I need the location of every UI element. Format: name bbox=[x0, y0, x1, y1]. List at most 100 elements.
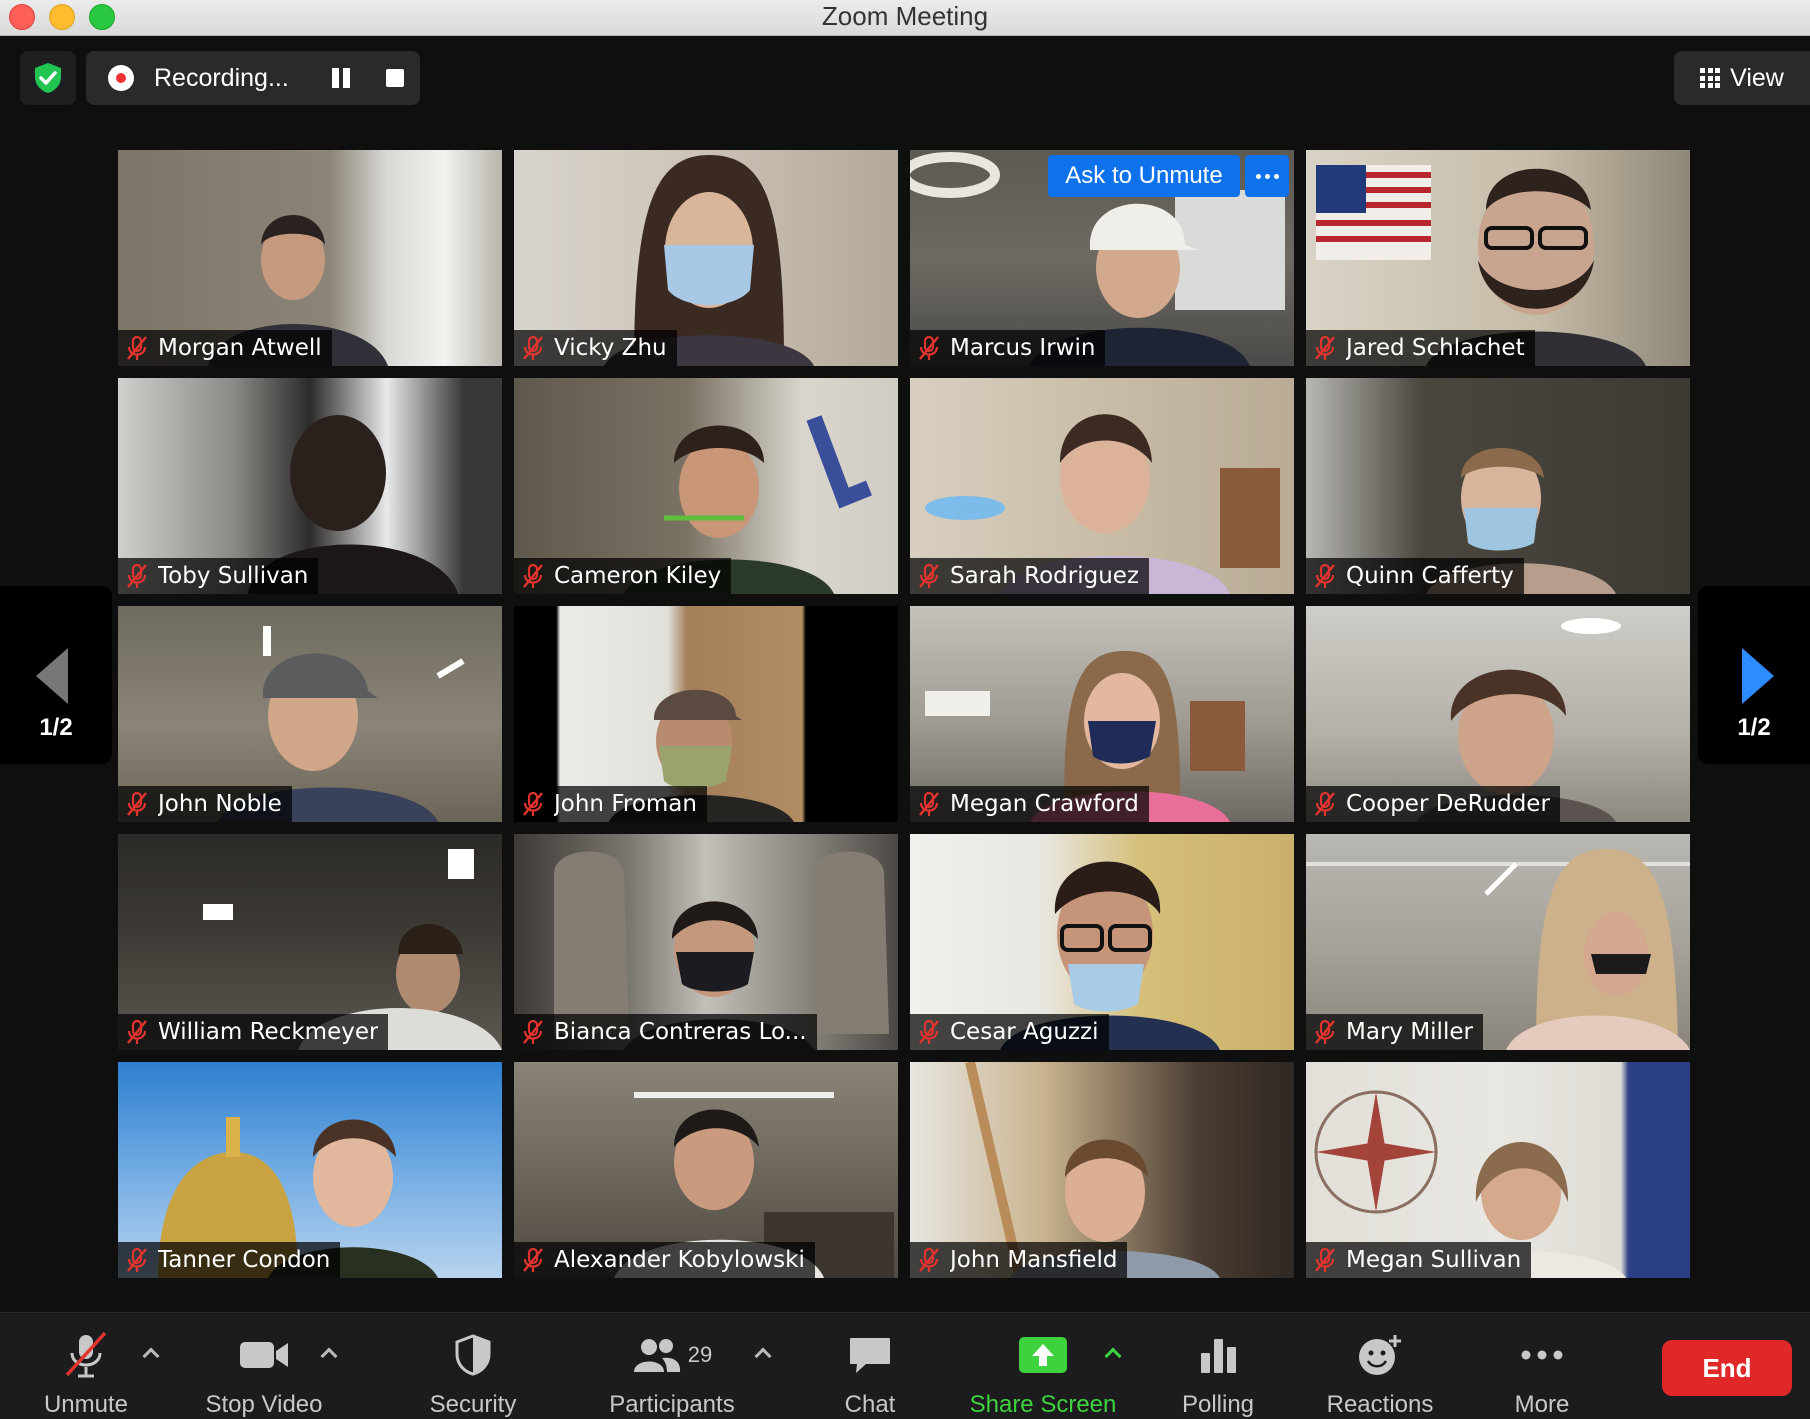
muted-mic-icon bbox=[523, 1019, 543, 1044]
video-tile[interactable]: Megan Sullivan bbox=[1306, 1062, 1690, 1278]
participant-name: John Noble bbox=[158, 791, 282, 817]
participant-name: Bianca Contreras Lo... bbox=[554, 1019, 807, 1045]
polling-button[interactable]: Polling bbox=[1170, 1313, 1266, 1419]
participant-nametag: John Noble bbox=[118, 786, 292, 822]
stop-video-button[interactable]: Stop Video bbox=[196, 1313, 332, 1419]
chat-bubble-icon bbox=[850, 1338, 890, 1373]
video-tile[interactable]: Megan Crawford bbox=[910, 606, 1294, 822]
participants-icon bbox=[633, 1339, 680, 1372]
participant-name: Megan Crawford bbox=[950, 791, 1139, 817]
share-options-caret[interactable] bbox=[1102, 1343, 1122, 1363]
video-tile[interactable]: Tanner Condon bbox=[118, 1062, 502, 1278]
participant-name: Sarah Rodriguez bbox=[950, 563, 1139, 589]
security-label: Security bbox=[429, 1391, 517, 1418]
video-tile[interactable]: Cesar Aguzzi bbox=[910, 834, 1294, 1050]
video-camera-icon bbox=[240, 1342, 288, 1368]
participant-nametag: Jared Schlachet bbox=[1306, 330, 1535, 366]
reactions-label: Reactions bbox=[1326, 1391, 1434, 1418]
participant-name: Cameron Kiley bbox=[554, 563, 722, 589]
participant-name: John Froman bbox=[554, 791, 697, 817]
tile-more-options-button[interactable] bbox=[1245, 155, 1289, 197]
participant-name: Marcus Irwin bbox=[950, 335, 1096, 361]
unmute-button[interactable]: Unmute bbox=[28, 1313, 144, 1419]
muted-mic-icon bbox=[523, 563, 543, 588]
muted-mic-icon bbox=[919, 791, 939, 816]
previous-page-button[interactable]: 1/2 bbox=[0, 586, 112, 764]
video-tile[interactable]: Toby Sullivan bbox=[118, 378, 502, 594]
participant-nametag: Alexander Kobylowski bbox=[514, 1242, 815, 1278]
share-screen-button[interactable]: Share Screen bbox=[962, 1313, 1124, 1419]
muted-mic-icon bbox=[919, 563, 939, 588]
chat-label: Chat bbox=[844, 1391, 896, 1418]
smiley-plus-icon bbox=[1359, 1335, 1401, 1375]
bar-chart-icon bbox=[1201, 1339, 1236, 1373]
right-arrow-icon bbox=[1742, 648, 1774, 704]
muted-mic-icon bbox=[127, 1247, 147, 1272]
video-tile[interactable]: Cameron Kiley bbox=[514, 378, 898, 594]
security-button[interactable]: Security bbox=[418, 1313, 528, 1419]
participant-nametag: William Reckmeyer bbox=[118, 1014, 389, 1050]
recording-indicator: Recording... bbox=[86, 51, 420, 105]
video-tile[interactable]: John Froman bbox=[514, 606, 898, 822]
window-title: Zoom Meeting bbox=[821, 1, 989, 31]
participant-nametag: Mary Miller bbox=[1306, 1014, 1483, 1050]
ask-to-unmute-button[interactable]: Ask to Unmute bbox=[1048, 155, 1240, 197]
muted-mic-icon bbox=[919, 335, 939, 360]
participant-nametag: Vicky Zhu bbox=[514, 330, 677, 366]
muted-mic-icon bbox=[1315, 335, 1335, 360]
participant-nametag: Quinn Cafferty bbox=[1306, 558, 1524, 594]
participant-name: Quinn Cafferty bbox=[1346, 563, 1514, 589]
participant-nametag: Bianca Contreras Lo... bbox=[514, 1014, 817, 1050]
muted-mic-icon bbox=[919, 1247, 939, 1272]
shield-check-icon bbox=[35, 63, 61, 93]
chat-button[interactable]: Chat bbox=[820, 1313, 920, 1419]
participant-nametag: Cameron Kiley bbox=[514, 558, 732, 594]
video-tile[interactable]: John Mansfield bbox=[910, 1062, 1294, 1278]
video-tile[interactable]: Sarah Rodriguez bbox=[910, 378, 1294, 594]
participant-nametag: Sarah Rodriguez bbox=[910, 558, 1149, 594]
stop-recording-button[interactable] bbox=[383, 66, 407, 90]
meeting-security-info-button[interactable] bbox=[20, 51, 76, 105]
recording-dot-icon bbox=[108, 65, 134, 91]
muted-mic-icon bbox=[127, 791, 147, 816]
video-tile[interactable]: John Noble bbox=[118, 606, 502, 822]
video-tile[interactable]: Jared Schlachet bbox=[1306, 150, 1690, 366]
muted-mic-icon bbox=[127, 563, 147, 588]
muted-mic-icon bbox=[1315, 791, 1335, 816]
pause-recording-button[interactable] bbox=[329, 66, 353, 90]
participant-name: Toby Sullivan bbox=[158, 563, 309, 589]
participants-options-caret[interactable] bbox=[752, 1343, 772, 1363]
more-button[interactable]: More bbox=[1494, 1313, 1590, 1419]
reactions-button[interactable]: Reactions bbox=[1320, 1313, 1440, 1419]
video-tile[interactable]: Bianca Contreras Lo... bbox=[514, 834, 898, 1050]
ellipsis-icon bbox=[1521, 1350, 1563, 1360]
video-tile[interactable]: Vicky Zhu bbox=[514, 150, 898, 366]
video-options-caret[interactable] bbox=[318, 1343, 338, 1363]
participant-name: Megan Sullivan bbox=[1346, 1247, 1522, 1273]
participants-count: 29 bbox=[687, 1342, 713, 1367]
view-button[interactable]: View bbox=[1674, 51, 1810, 105]
audio-options-caret[interactable] bbox=[140, 1343, 160, 1363]
shield-icon bbox=[455, 1334, 491, 1376]
video-tile[interactable]: William Reckmeyer bbox=[118, 834, 502, 1050]
stop-video-label: Stop Video bbox=[205, 1391, 323, 1418]
next-page-button[interactable]: 1/2 bbox=[1698, 586, 1810, 764]
video-tile[interactable]: Alexander Kobylowski bbox=[514, 1062, 898, 1278]
participants-button[interactable]: 29 Participants bbox=[596, 1313, 748, 1419]
recording-label: Recording... bbox=[154, 64, 289, 92]
participant-name: Tanner Condon bbox=[158, 1247, 331, 1273]
muted-mic-icon bbox=[1315, 563, 1335, 588]
muted-mic-icon bbox=[523, 791, 543, 816]
participant-nametag: Marcus Irwin bbox=[910, 330, 1106, 366]
video-tile[interactable]: Mary Miller bbox=[1306, 834, 1690, 1050]
muted-mic-icon bbox=[523, 335, 543, 360]
muted-mic-icon bbox=[127, 1019, 147, 1044]
video-tile[interactable]: Cooper DeRudder bbox=[1306, 606, 1690, 822]
end-meeting-button[interactable]: End bbox=[1662, 1340, 1792, 1396]
video-tile[interactable]: Ask to Unmute Marcus Irwin bbox=[910, 150, 1294, 366]
video-tile[interactable]: Morgan Atwell bbox=[118, 150, 502, 366]
muted-mic-icon bbox=[523, 1247, 543, 1272]
video-tile[interactable]: Quinn Cafferty bbox=[1306, 378, 1690, 594]
polling-label: Polling bbox=[1181, 1391, 1255, 1418]
more-label: More bbox=[1514, 1391, 1570, 1418]
